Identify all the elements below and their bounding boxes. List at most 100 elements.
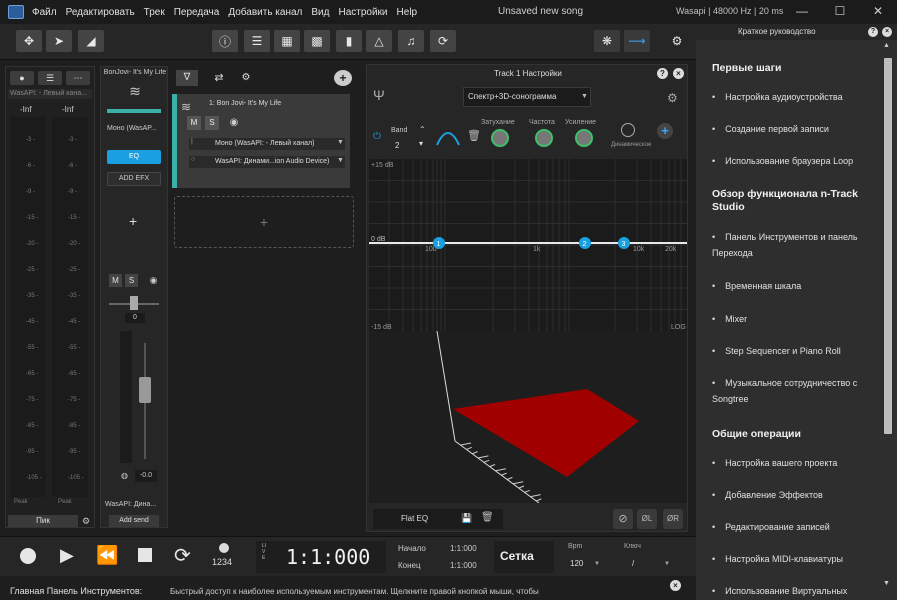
end-value[interactable]: 1:1:000 <box>450 561 477 570</box>
track-title[interactable]: 1: Bon Jovi- It's My Life <box>209 100 281 107</box>
track-output-select[interactable]: WasAPI: Динами...ion Audio Device) <box>189 156 345 168</box>
bypass-button[interactable]: ⊘ <box>613 509 633 529</box>
guide-link[interactable]: Добавление Эффектов <box>712 487 872 503</box>
phase-left-button[interactable]: ØL <box>637 509 657 529</box>
metronome-button[interactable]: △ <box>366 30 392 52</box>
eq-button[interactable]: EQ <box>107 150 161 164</box>
band-down-icon[interactable]: ▾ <box>419 139 423 148</box>
strip-output[interactable]: WasAPI: Дина... <box>105 501 167 508</box>
count-in-label[interactable]: 1234 <box>212 557 232 567</box>
menu-settings[interactable]: Настройки <box>338 7 387 18</box>
eq-graph[interactable]: +15 dB 0 dB -15 dB LOG 100 1k 10k 20k 1 … <box>369 159 687 331</box>
close-icon[interactable]: ✕ <box>868 4 888 18</box>
guide-scrollbar-thumb[interactable] <box>884 58 892 434</box>
gear-icon[interactable]: ⚙ <box>80 515 92 527</box>
add-send-button[interactable]: Add send <box>109 515 159 527</box>
share-button[interactable]: ⟶ <box>624 30 650 52</box>
menu-add-channel[interactable]: Добавить канал <box>228 7 302 18</box>
guide-link[interactable]: Временная шкала <box>712 278 872 294</box>
close-icon[interactable]: × <box>882 27 892 37</box>
volume-fader-handle[interactable] <box>139 377 151 403</box>
more-button[interactable]: ⋯ <box>66 71 90 85</box>
bpm-value[interactable]: 120 <box>570 559 583 568</box>
guide-link[interactable]: Создание первой записи <box>712 121 872 137</box>
grid-button[interactable]: Сетка <box>500 549 534 563</box>
close-icon[interactable]: × <box>673 68 684 79</box>
maximize-icon[interactable]: ☐ <box>830 4 850 18</box>
add-track-placeholder[interactable]: + <box>174 196 354 248</box>
list-button[interactable]: ☰ <box>38 71 62 85</box>
add-efx-button[interactable]: ADD EFX <box>107 172 161 186</box>
track-settings-button[interactable]: ⚙ <box>238 70 254 86</box>
guitar-button[interactable]: ♫ <box>398 30 424 52</box>
start-value[interactable]: 1:1:000 <box>450 544 477 553</box>
menu-edit[interactable]: Редактировать <box>66 7 135 18</box>
guide-link[interactable]: Настройка вашего проекта <box>712 455 872 471</box>
power-icon[interactable]: ⏻ <box>373 131 381 142</box>
track-record-icon[interactable]: ◉ <box>227 116 241 130</box>
guide-link[interactable]: Step Sequencer и Piano Roll <box>712 343 872 359</box>
phase-right-button[interactable]: ØR <box>663 509 683 529</box>
dynamic-toggle[interactable] <box>621 123 635 137</box>
track-solo-button[interactable]: S <box>205 116 219 130</box>
close-icon[interactable]: × <box>670 580 681 591</box>
filter-button[interactable]: ∇ <box>176 70 198 86</box>
guide-link[interactable]: Использование браузера Loop <box>712 153 872 169</box>
step-sequencer-button[interactable]: ▦ <box>274 30 300 52</box>
track-mute-button[interactable]: M <box>187 116 201 130</box>
minimize-icon[interactable]: — <box>792 4 812 18</box>
key-value[interactable]: / <box>632 559 634 568</box>
routing-button[interactable]: ⇄ <box>210 70 228 86</box>
menu-help[interactable]: Help <box>397 7 418 18</box>
pan-handle[interactable] <box>130 296 138 310</box>
help-icon[interactable]: ? <box>657 68 668 79</box>
filter-shape-icon[interactable] <box>435 127 461 147</box>
guide-link[interactable]: Настройка MIDI-клавиатуры <box>712 551 872 567</box>
settings-button[interactable]: ⚙ <box>664 30 690 52</box>
guide-link[interactable]: Редактирование записей <box>712 519 872 535</box>
link-icon[interactable]: ◍ <box>121 471 128 480</box>
strip-solo-button[interactable]: S <box>125 274 138 287</box>
trash-icon[interactable]: 🗑 <box>467 129 481 142</box>
gain-knob[interactable] <box>575 129 593 147</box>
piano-roll-button[interactable]: ▩ <box>304 30 330 52</box>
guide-link[interactable]: Mixer <box>712 311 872 327</box>
track-input-select[interactable]: Моно (WasAPI: - Левый канал) <box>189 138 345 150</box>
strip-input[interactable]: Моно (WasAP... <box>107 125 165 132</box>
stop-button[interactable] <box>138 548 152 562</box>
track-card[interactable]: ≋ 1: Bon Jovi- It's My Life M S ◉ Моно (… <box>172 94 350 188</box>
tuner-button[interactable]: ▮ <box>336 30 362 52</box>
record-button[interactable] <box>20 548 36 564</box>
band-up-icon[interactable]: ⌃ <box>419 125 426 134</box>
mixer-button[interactable]: ☰ <box>244 30 270 52</box>
loop-button[interactable]: ⟳ <box>430 30 456 52</box>
pointer-tool-button[interactable]: ➤ <box>46 30 72 52</box>
add-track-button[interactable]: + <box>334 70 352 86</box>
time-counter[interactable]: 1:1:000 <box>286 545 370 569</box>
guide-link[interactable]: Панель Инструментов и панель Перехода <box>712 229 872 261</box>
loop-icon[interactable]: ⟳ <box>174 543 191 568</box>
trash-icon[interactable]: 🗑 <box>481 512 494 523</box>
play-button[interactable]: ▶ <box>60 545 74 566</box>
move-tool-button[interactable]: ✥ <box>16 30 42 52</box>
guide-link[interactable]: Музыкальное сотрудничество с Songtree <box>712 375 872 407</box>
scroll-down-icon[interactable]: ▼ <box>883 580 890 587</box>
add-band-button[interactable]: + <box>657 123 673 139</box>
strip-mute-button[interactable]: M <box>109 274 122 287</box>
frequency-knob[interactable] <box>535 129 553 147</box>
volume-tool-button[interactable]: ◢ <box>78 30 104 52</box>
scroll-up-icon[interactable]: ▲ <box>883 42 890 49</box>
menu-file[interactable]: Файл <box>32 7 57 18</box>
band-value[interactable]: 2 <box>395 141 399 150</box>
info-button[interactable]: ⓘ <box>212 30 238 52</box>
menu-view[interactable]: Вид <box>311 7 329 18</box>
analyzer-mode-select[interactable]: Спектр+3D-сонограмма <box>463 87 591 107</box>
save-icon[interactable]: 💾 <box>461 513 472 524</box>
metronome-dot[interactable] <box>219 543 229 553</box>
menu-track[interactable]: Трек <box>144 7 165 18</box>
add-plugin-icon[interactable]: + <box>129 213 137 229</box>
strip-record-icon[interactable]: ◉ <box>147 274 160 287</box>
help-icon[interactable]: ? <box>868 27 878 37</box>
guide-link[interactable]: Использование Виртуальных <box>712 583 872 599</box>
gear-icon[interactable]: ⚙ <box>667 91 678 105</box>
